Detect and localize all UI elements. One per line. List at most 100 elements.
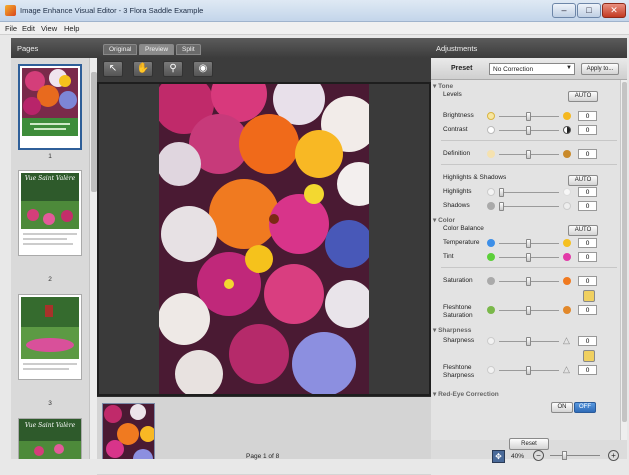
zoom-slider[interactable] [550,451,600,460]
brightness-slider[interactable] [499,112,559,121]
tab-original[interactable]: Original [103,44,138,55]
page-number-3: 3 [48,400,52,407]
shadows-value[interactable]: 0 [578,201,597,211]
section-tone-label: Tone [438,83,454,90]
brightness-slider-knob[interactable] [526,112,531,121]
preset-select[interactable]: No Correction ▼ [489,63,575,75]
maximize-button[interactable]: □ [577,3,601,18]
temperature-value[interactable]: 0 [578,238,597,248]
definition-slider[interactable] [499,150,559,159]
redeye-off-button[interactable]: OFF [574,402,596,413]
menu-file[interactable]: File [5,24,17,33]
soft-icon [487,337,495,345]
page-thumbnail-3[interactable] [18,294,82,380]
page-indicator: Page 1 of 8 [246,453,280,460]
highlights-slider[interactable] [499,188,559,197]
fleshtone-sharpness-label-2: Sharpness [443,372,475,379]
image-canvas[interactable] [97,82,431,396]
saturation-slider-knob[interactable] [526,277,531,286]
saturation-value[interactable]: 0 [578,276,597,286]
pages-scrollbar[interactable] [89,58,97,459]
fleshtone-high-icon [563,306,571,314]
definition-high-icon [563,150,571,158]
fleshtone-saturation-slider-knob[interactable] [526,306,531,315]
shadows-slider[interactable] [499,202,559,211]
section-color[interactable]: ▾ Color [433,216,455,224]
zoom-out-icon[interactable]: − [533,450,544,461]
hand-icon[interactable]: ✋ [133,61,153,77]
page-list: 1 Vue Saint Valère 2 3 Vue Saint Valère [11,58,89,460]
shadows-slider-knob[interactable] [499,202,504,211]
pointer-icon[interactable]: ↖ [103,61,123,77]
fleshtone-sharpness-slider-knob[interactable] [526,366,531,375]
green-tint-icon [487,253,495,261]
brightness-label: Brightness [443,112,474,119]
highlights-slider-knob[interactable] [499,188,504,197]
fleshtone-sharpness-label-1: Fleshtone [443,364,472,371]
fleshtone-soft-icon [487,366,495,374]
levels-label: Levels [443,91,462,98]
redeye-on-button[interactable]: ON [551,402,573,413]
title-bar: Image Enhance Visual Editor - 3 Flora Sa… [0,0,629,22]
color-balance-label: Color Balance [443,225,484,232]
fleshtone-low-icon [487,306,495,314]
section-redeye[interactable]: ▾ Red-Eye Correction [433,390,499,398]
zoom-slider-knob[interactable] [562,451,567,460]
cool-icon [487,239,495,247]
menu-view[interactable]: View [41,24,57,33]
highlights-high-icon [563,188,571,196]
page-thumbnail-1[interactable] [18,64,82,150]
page-thumbnail-4[interactable]: Vue Saint Valère [18,418,82,460]
color-auto-button[interactable]: AUTO [568,225,598,236]
temperature-slider[interactable] [499,239,559,248]
contrast-high-icon [563,126,571,134]
sharpness-slider-knob[interactable] [526,337,531,346]
contrast-value[interactable]: 0 [578,125,597,135]
reset-button[interactable]: Reset [509,438,549,450]
definition-slider-knob[interactable] [526,150,531,159]
fleshtone-sharpness-value[interactable]: 0 [578,365,597,375]
tab-preview[interactable]: Preview [139,44,175,55]
tint-value[interactable]: 0 [578,252,597,262]
page-thumbnail-2[interactable]: Vue Saint Valère [18,170,82,256]
tab-split[interactable]: Split [176,44,201,55]
tint-slider[interactable] [499,253,559,262]
saturation-lock-button[interactable] [583,290,595,302]
eye-icon[interactable]: ◉ [193,61,213,77]
close-button[interactable]: ✕ [602,3,626,18]
menu-bar: File Edit View Help [0,22,629,35]
highlights-value[interactable]: 0 [578,187,597,197]
menu-help[interactable]: Help [64,24,79,33]
fleshtone-saturation-slider[interactable] [499,306,559,315]
adjustments-scrollbar-thumb[interactable] [622,82,627,422]
temperature-slider-knob[interactable] [526,239,531,248]
brightness-value[interactable]: 0 [578,111,597,121]
sharpness-value[interactable]: 0 [578,336,597,346]
sharpness-lock-button[interactable] [583,350,595,362]
definition-value[interactable]: 0 [578,149,597,159]
contrast-slider[interactable] [499,126,559,135]
menu-edit[interactable]: Edit [22,24,35,33]
section-sharpness-label: Sharpness [438,327,472,334]
section-color-label: Color [438,217,456,224]
section-tone[interactable]: ▾ Tone [433,82,453,90]
fit-icon[interactable]: ✥ [492,450,505,463]
contrast-slider-knob[interactable] [526,126,531,135]
window-title: Image Enhance Visual Editor - 3 Flora Sa… [20,6,204,15]
levels-auto-button[interactable]: AUTO [568,91,598,102]
apply-to-button[interactable]: Apply to... [581,63,619,75]
hs-auto-button[interactable]: AUTO [568,175,598,186]
fleshtone-saturation-value[interactable]: 0 [578,305,597,315]
section-sharpness[interactable]: ▾ Sharpness [433,326,471,334]
saturation-slider[interactable] [499,277,559,286]
pages-header: Pages [11,38,97,58]
fleshtone-sharpness-slider[interactable] [499,366,559,375]
adjustments-scrollbar[interactable] [620,80,627,440]
saturate-icon [563,277,571,285]
minimize-button[interactable]: – [552,3,576,18]
sharpness-slider[interactable] [499,337,559,346]
zoom-icon[interactable]: ⚲ [163,61,183,77]
preset-bar: Preset No Correction ▼ Apply to... [431,58,627,80]
zoom-in-icon[interactable]: + [608,450,619,461]
tint-slider-knob[interactable] [526,253,531,262]
